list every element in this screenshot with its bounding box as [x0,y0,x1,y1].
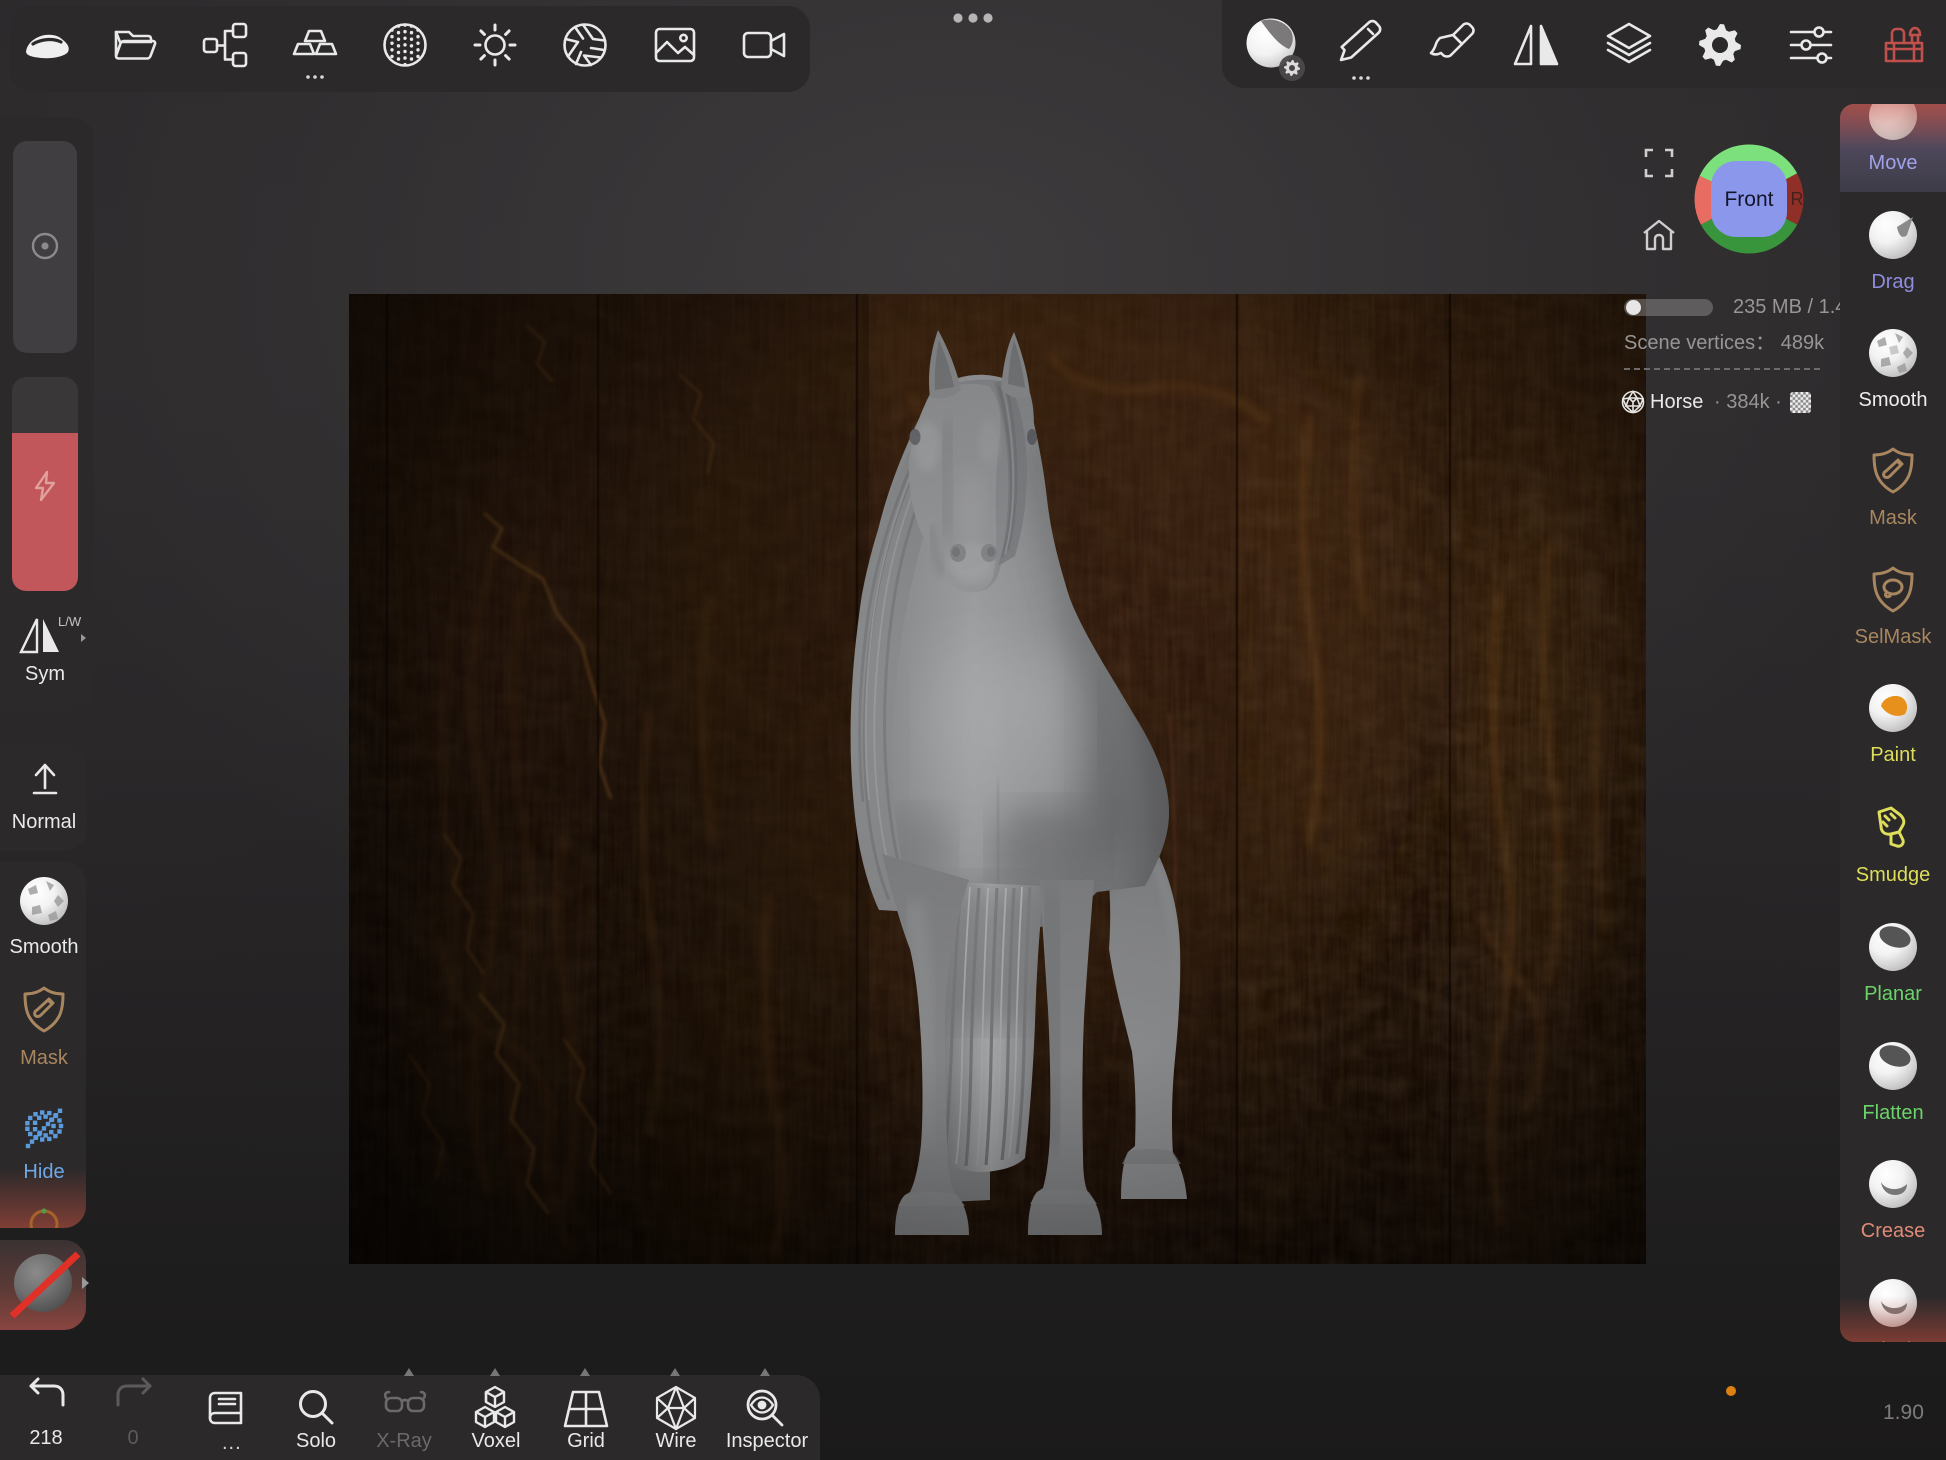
svg-text:L/W: L/W [58,614,82,629]
svg-text:R: R [1791,189,1804,209]
svg-text:Front: Front [1724,188,1773,211]
